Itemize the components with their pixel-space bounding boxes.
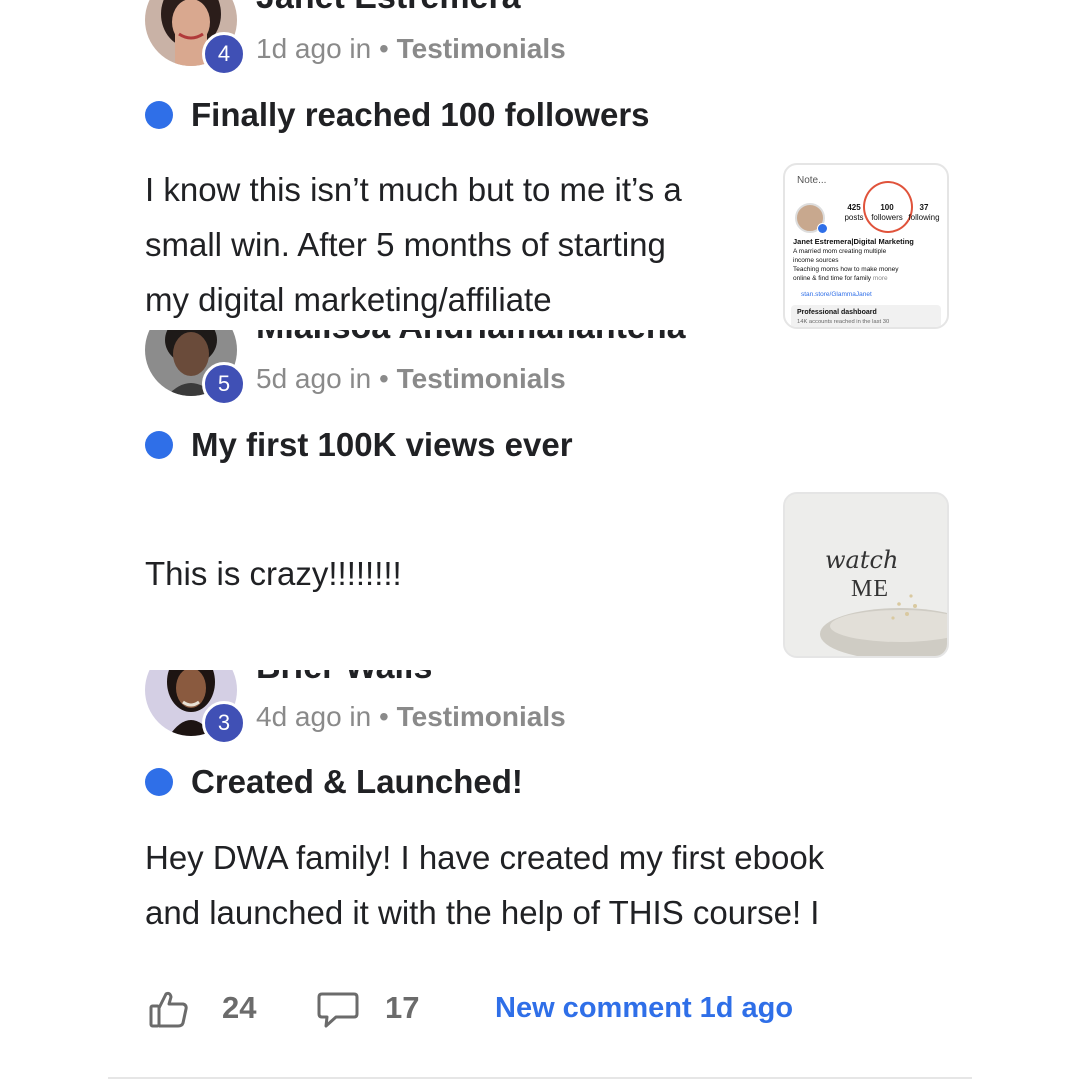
post-card[interactable]: 5 Mialisoa Andriamahantena 5d ago in • T… bbox=[0, 330, 1080, 670]
category-link[interactable]: Testimonials bbox=[397, 363, 566, 394]
post-actions: 24 17 New comment 1d ago bbox=[0, 980, 1080, 1050]
level-badge: 5 bbox=[202, 362, 246, 406]
meta-separator: • bbox=[379, 701, 389, 732]
post-thumbnail[interactable]: Note... 425 posts 100 followers 37 followin… bbox=[783, 163, 949, 329]
meta-separator: • bbox=[379, 33, 389, 64]
profile-name: Janet Estremera|Digital Marketing bbox=[793, 237, 914, 246]
body-line: This is crazy!!!!!!!! bbox=[145, 555, 402, 592]
post-title[interactable]: My first 100K views ever bbox=[191, 426, 573, 464]
comment-count: 17 bbox=[385, 990, 420, 1025]
post-thumbnail[interactable]: watch ME bbox=[783, 492, 949, 658]
divider bbox=[108, 1077, 972, 1079]
post-time: 5d ago in bbox=[256, 363, 372, 394]
author-name[interactable]: Janet Estremera bbox=[256, 0, 521, 17]
profile-link: stan.store/GlammaJanet bbox=[801, 291, 872, 298]
thumb-caps-text: ME bbox=[851, 576, 889, 602]
comment-icon[interactable] bbox=[316, 990, 360, 1034]
profile-bio: A married mom creating multiple income s… bbox=[793, 248, 899, 282]
post-time: 4d ago in bbox=[256, 701, 372, 732]
body-line: and launched it with the help of THIS co… bbox=[145, 894, 820, 931]
post-body[interactable]: Hey DWA family! I have created my first … bbox=[145, 830, 824, 940]
unread-dot bbox=[145, 101, 173, 129]
meta-separator: • bbox=[379, 363, 389, 394]
new-comment-link[interactable]: New comment 1d ago bbox=[495, 992, 793, 1025]
post-body[interactable]: I know this isn’t much but to me it’s a … bbox=[145, 162, 682, 327]
post-time: 1d ago in bbox=[256, 33, 372, 64]
body-line: small win. After 5 months of starting bbox=[145, 226, 666, 263]
unread-dot bbox=[145, 768, 173, 796]
category-link[interactable]: Testimonials bbox=[397, 701, 566, 732]
note-label: Note... bbox=[797, 175, 827, 186]
post-title[interactable]: Finally reached 100 followers bbox=[191, 96, 650, 134]
post-meta: 4d ago in • Testimonials bbox=[256, 701, 566, 733]
category-link[interactable]: Testimonials bbox=[397, 33, 566, 64]
like-count: 24 bbox=[222, 990, 257, 1025]
author-name[interactable]: Mialisoa Andriamahantena bbox=[256, 330, 686, 347]
post-meta: 5d ago in • Testimonials bbox=[256, 363, 566, 395]
level-badge: 4 bbox=[202, 32, 246, 76]
unread-dot bbox=[145, 431, 173, 459]
body-line: Hey DWA family! I have created my first … bbox=[145, 839, 825, 876]
like-icon[interactable] bbox=[148, 988, 190, 1034]
post-card[interactable]: 4 Janet Estremera 1d ago in • Testimonia… bbox=[0, 0, 1080, 330]
thumb-script-text: watch bbox=[825, 546, 899, 574]
author-name[interactable]: Brier Walls bbox=[256, 670, 432, 687]
post-body[interactable]: This is crazy!!!!!!!! bbox=[145, 546, 402, 601]
stat-following: 37 following bbox=[908, 203, 940, 222]
add-story-icon bbox=[817, 223, 828, 234]
dashboard-box: Professional dashboard 14K accounts reac… bbox=[791, 305, 941, 327]
body-line: I know this isn’t much but to me it’s a bbox=[145, 171, 682, 208]
level-badge: 3 bbox=[202, 701, 246, 745]
post-title[interactable]: Created & Launched! bbox=[191, 763, 523, 801]
post-meta: 1d ago in • Testimonials bbox=[256, 33, 566, 65]
body-line: my digital marketing/affiliate bbox=[145, 281, 552, 318]
highlight-circle bbox=[863, 181, 913, 233]
